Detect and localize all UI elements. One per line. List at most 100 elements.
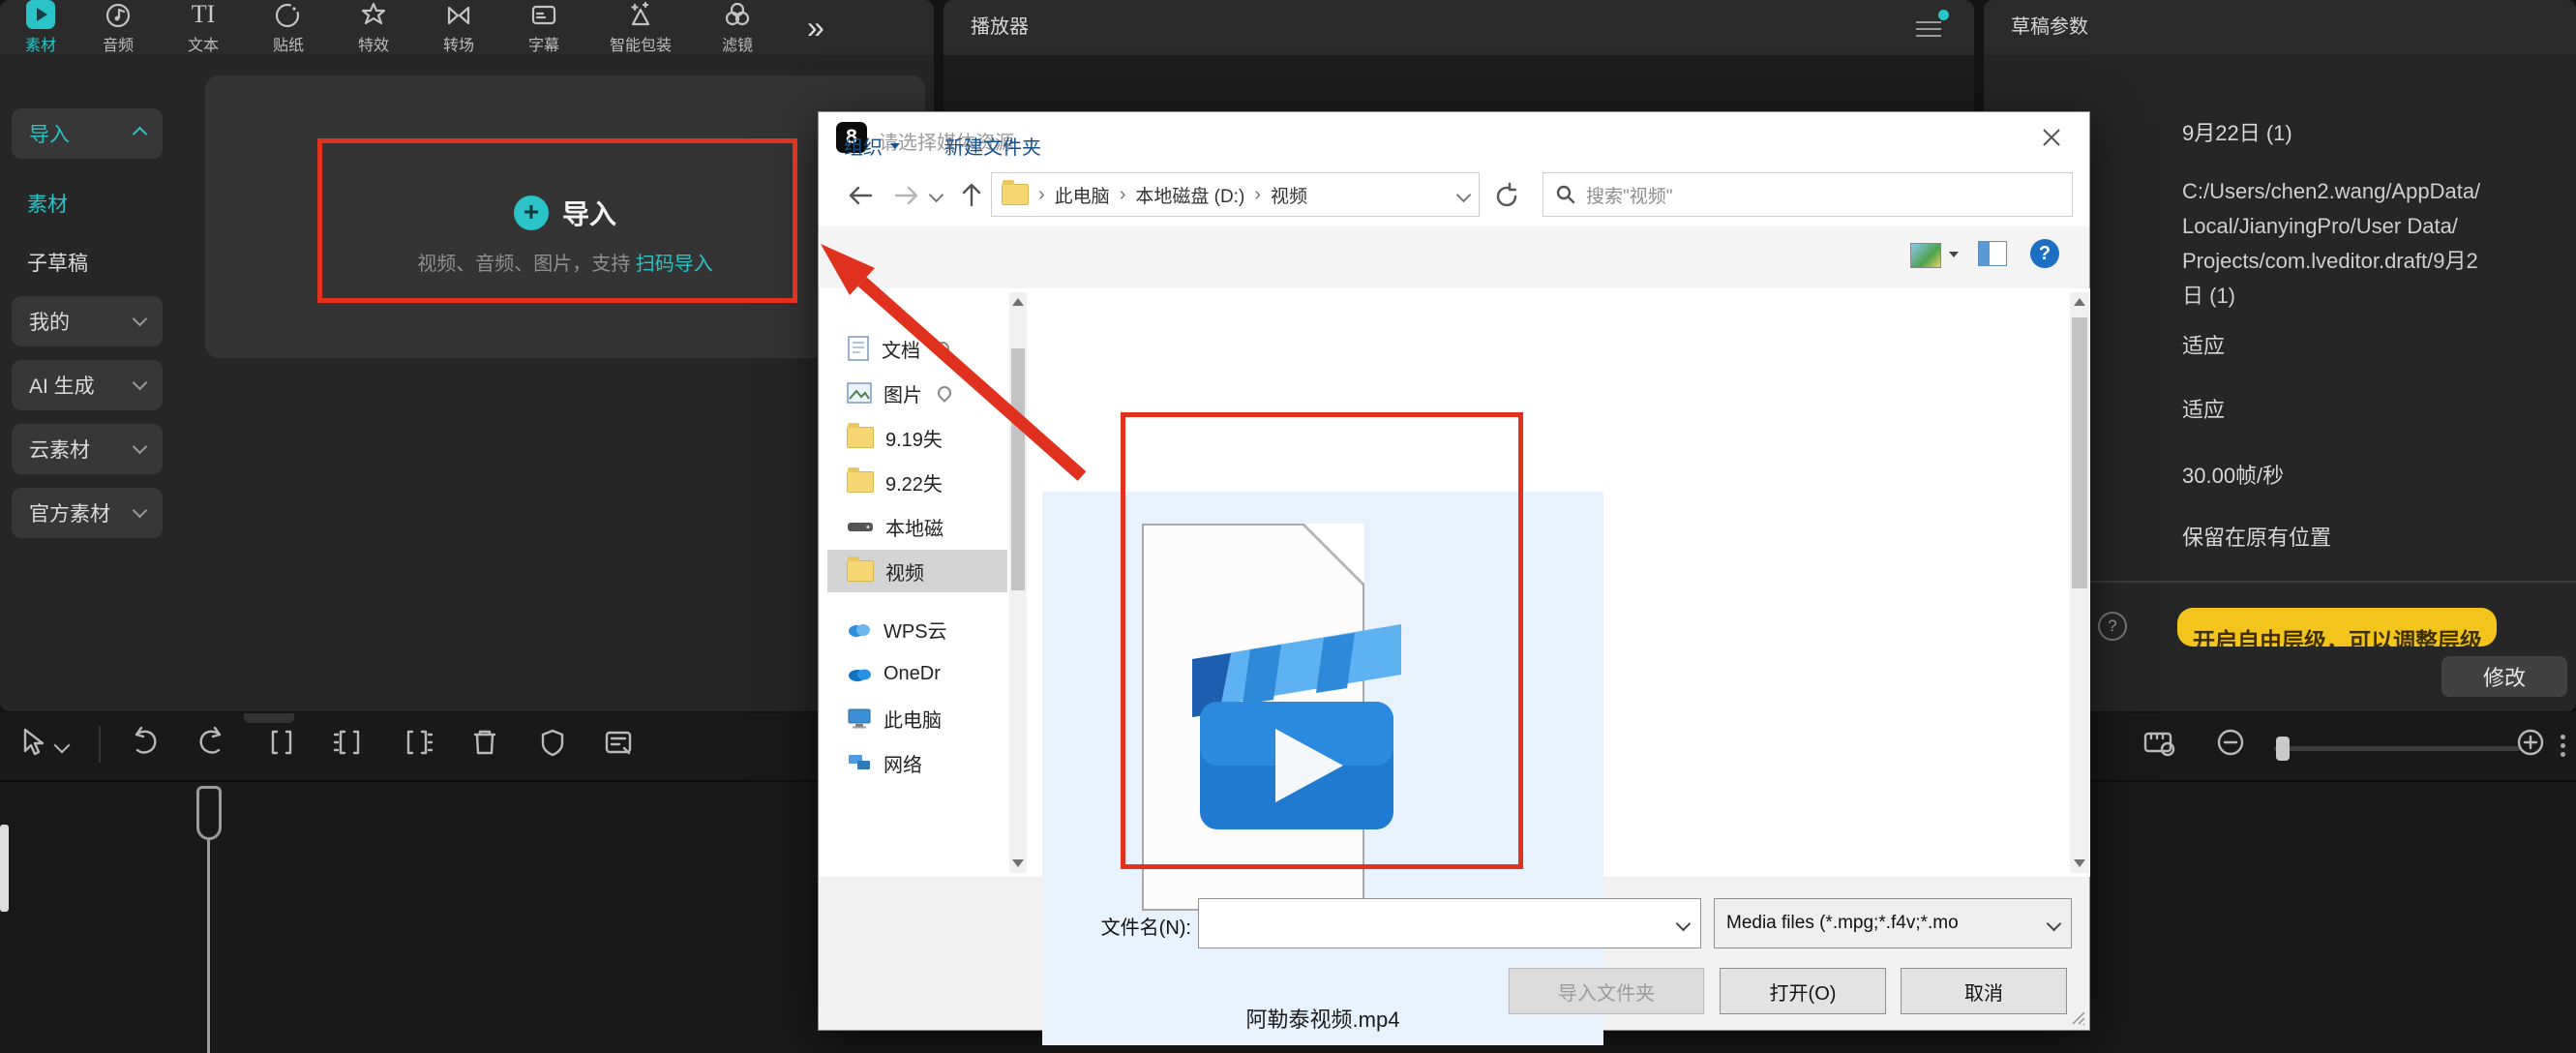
tab-subtitles[interactable]: 字幕 [501,0,586,55]
address-bar[interactable]: › 此电脑 › 本地磁盘 (D:) › 视频 [991,172,1480,217]
refresh-icon[interactable] [1491,182,1522,211]
sidebar-item-ai-generate[interactable]: AI 生成 [12,360,163,410]
new-folder-label: 新建文件夹 [944,132,1041,160]
search-box[interactable]: 搜索"视频" [1543,172,2073,217]
draft-tip-text: 开启自由层级，可以调整层级 [2177,608,2497,647]
sidebar-item-import[interactable]: 导入 [12,108,163,159]
place-network[interactable]: 网络 [827,741,1007,784]
zoom-slider-handle[interactable] [2276,737,2290,761]
zoom-in-icon[interactable] [2512,724,2549,761]
help-icon[interactable]: ? [2030,239,2059,268]
draft-path-line: 日 (1) [2182,279,2480,314]
search-icon [1555,184,1576,205]
search-placeholder: 搜索"视频" [1586,182,1673,208]
up-icon[interactable] [954,178,989,213]
annotation-arrow [794,223,1123,513]
dropdown-triangle-icon [890,143,900,149]
media-play-icon [26,0,55,29]
new-folder-button[interactable]: 新建文件夹 [944,132,1041,160]
annotation-box-import [317,138,797,303]
chevron-up-icon [133,126,148,141]
filetype-value: Media files (*.mpg;*.f4v;*.mo [1726,913,1959,934]
scroll-up-arrow[interactable] [2074,298,2085,306]
tab-text-label: 文本 [188,32,219,55]
timeline-zoom-slider[interactable] [2274,746,2522,751]
draft-params-title: 草稿参数 [1984,0,2576,55]
close-icon[interactable] [2038,124,2065,151]
tab-filters[interactable]: 滤镜 [695,0,780,55]
tab-audio[interactable]: 音频 [75,0,161,55]
view-thumbnails-icon[interactable] [1910,243,1941,268]
place-videos-selected[interactable]: 视频 [827,550,1007,592]
tab-transitions-label: 转场 [443,32,474,55]
scroll-down-arrow[interactable] [2074,859,2085,867]
place-this-pc[interactable]: 此电脑 [827,697,1007,739]
sidebar-item-mine[interactable]: 我的 [12,296,163,346]
playhead-handle[interactable] [196,786,222,840]
tab-smart-package[interactable]: 智能包装 [586,0,695,55]
tab-text[interactable]: TI 文本 [161,0,246,55]
files-scrollbar[interactable] [2070,292,2089,873]
back-icon[interactable] [844,178,879,213]
open-button[interactable]: 打开(O) [1720,968,1886,1014]
modify-button[interactable]: 修改 [2441,656,2567,697]
sticker-icon [274,0,303,29]
sidebar-item-subdraft[interactable]: 子草稿 [27,248,88,277]
tab-sticker[interactable]: 贴纸 [246,0,331,55]
breadcrumb-separator: › [1120,184,1126,206]
onedrive-icon [847,665,872,682]
undo-icon[interactable] [126,724,163,761]
text-template-icon[interactable] [600,724,637,761]
delete-icon[interactable] [466,724,503,761]
preview-quality-icon[interactable] [2141,724,2179,761]
tab-media[interactable]: 素材 [6,0,75,55]
tab-filters-label: 滤镜 [722,32,753,55]
transition-icon [444,0,473,29]
sidebar-item-material[interactable]: 素材 [27,189,68,218]
tab-transitions[interactable]: 转场 [416,0,501,55]
player-menu-icon[interactable] [1916,16,1941,42]
split-left-icon[interactable] [331,724,368,761]
sidebar-item-official[interactable]: 官方素材 [12,488,163,538]
zoom-out-icon[interactable] [2212,724,2249,761]
breadcrumb-videos[interactable]: 视频 [1271,182,1307,208]
tab-sticker-label: 贴纸 [273,32,304,55]
place-wps-cloud[interactable]: WPS云 [827,608,1007,650]
forward-icon[interactable] [888,178,923,213]
organize-menu[interactable]: 组织 [844,132,900,160]
player-title: 播放器 [944,0,1974,55]
draft-params-header: 草稿参数 [1984,0,2576,55]
place-onedrive[interactable]: OneDr [827,652,1007,695]
tab-subtitles-label: 字幕 [528,32,559,55]
filetype-select[interactable]: Media files (*.mpg;*.f4v;*.mo [1714,898,2072,948]
scroll-thumb[interactable] [2072,317,2087,588]
toolbar-overflow-chevrons[interactable]: » [807,10,824,45]
address-dropdown-chevron[interactable] [1456,187,1472,202]
breadcrumb-separator: › [1038,184,1045,206]
select-cursor-icon[interactable] [14,724,50,761]
panel-resize-grip[interactable] [244,713,294,723]
annotation-box-file [1121,412,1523,869]
tab-effects[interactable]: 特效 [331,0,416,55]
import-folder-button[interactable]: 导入文件夹 [1509,968,1704,1014]
breadcrumb-this-pc[interactable]: 此电脑 [1055,182,1110,208]
filename-input[interactable] [1198,898,1701,948]
resize-grip[interactable] [2069,1008,2086,1026]
scroll-down-arrow[interactable] [1012,859,1024,867]
chevron-down-icon [133,438,148,454]
more-options-icon[interactable] [2561,731,2565,761]
split-right-icon[interactable] [399,724,435,761]
breadcrumb-drive-d[interactable]: 本地磁盘 (D:) [1135,182,1244,208]
redo-icon[interactable] [194,724,230,761]
split-icon[interactable] [263,724,300,761]
cancel-button[interactable]: 取消 [1901,968,2067,1014]
sidebar-official-label: 官方素材 [29,498,110,527]
text-icon: TI [192,0,216,29]
help-circle-icon[interactable]: ? [2098,612,2127,641]
organize-label: 组织 [844,132,883,160]
sidebar-item-cloud[interactable]: 云素材 [12,424,163,474]
preview-pane-icon[interactable] [1978,241,2007,266]
view-dropdown-triangle[interactable] [1949,252,1959,257]
mask-shield-icon[interactable] [534,724,571,761]
sidebar-mine-label: 我的 [29,307,70,336]
